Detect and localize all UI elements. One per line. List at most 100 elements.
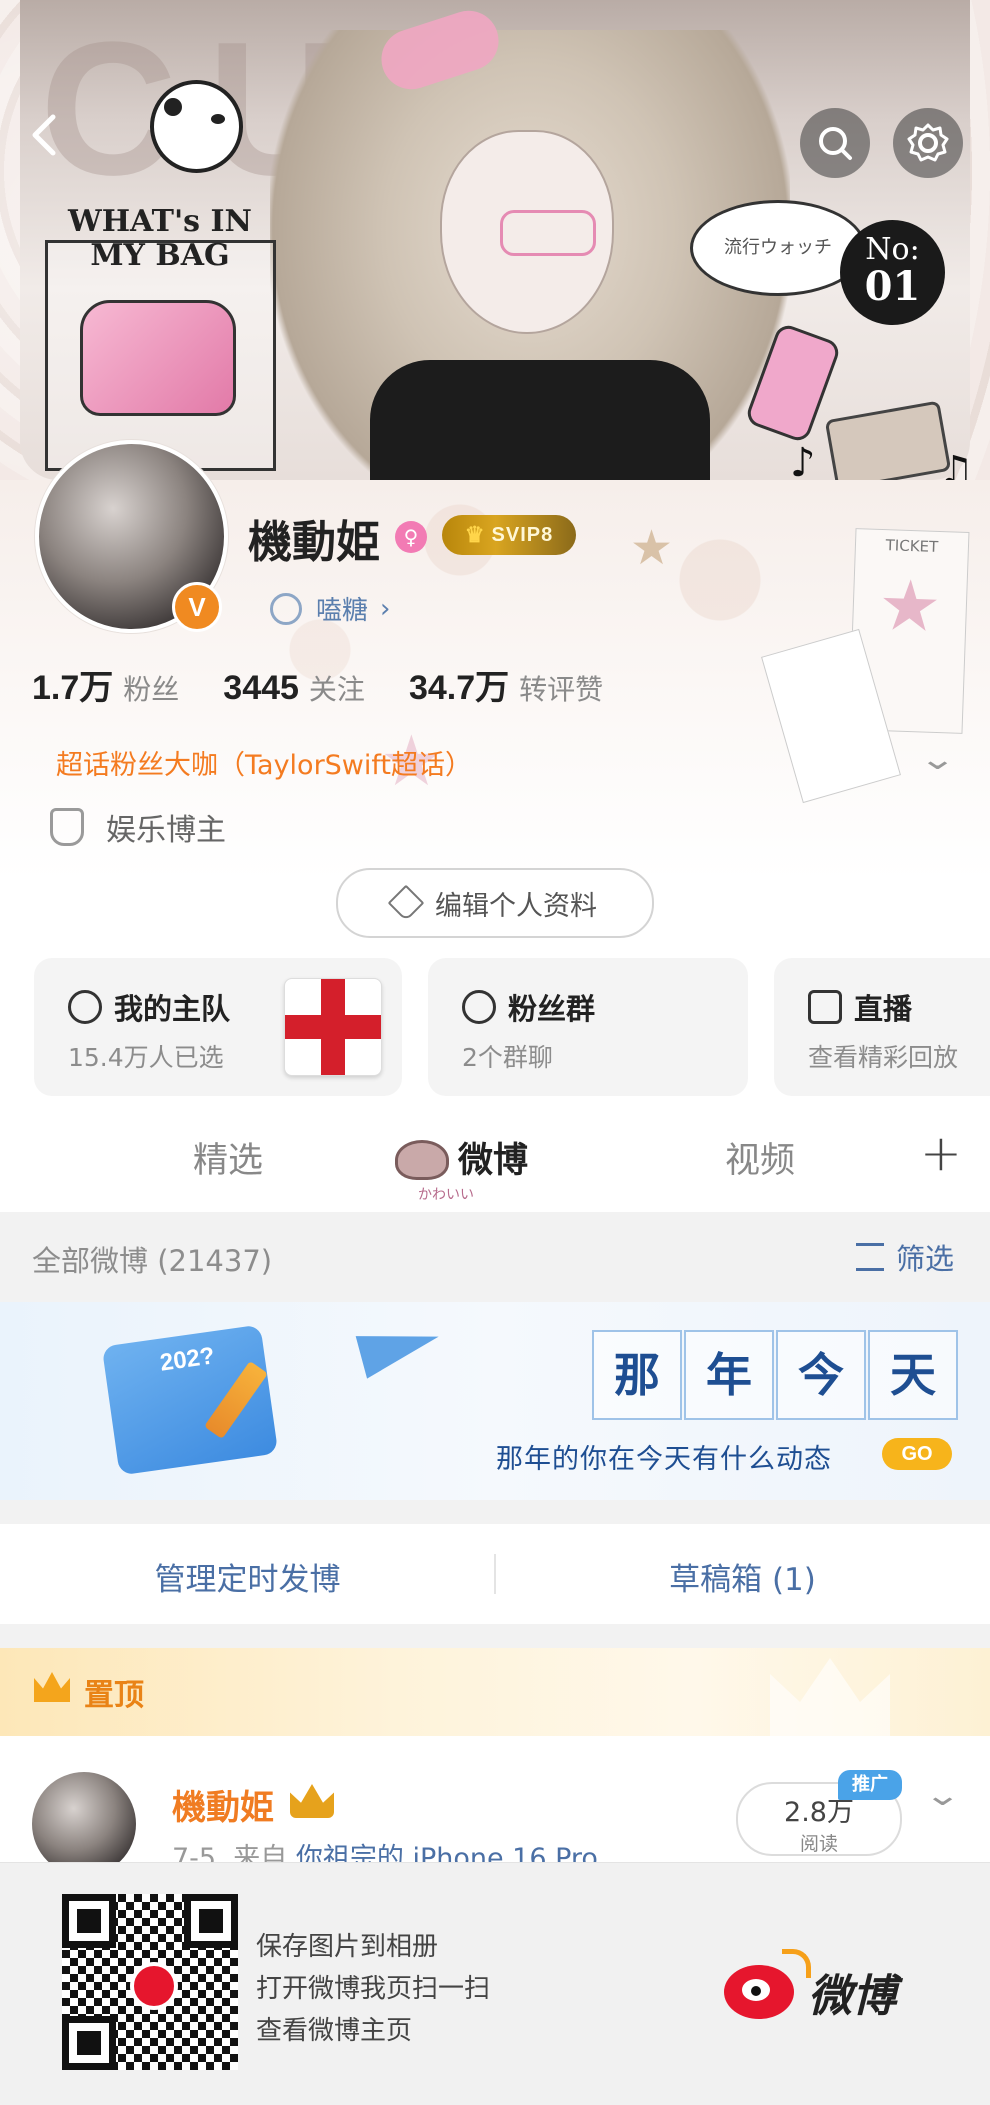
drafts-button[interactable]: 草稿箱 (1) bbox=[495, 1554, 990, 1599]
card-title: 粉丝群 bbox=[462, 986, 595, 1028]
promote-badge[interactable]: 推广 bbox=[838, 1770, 902, 1800]
card-my-team[interactable]: 我的主队 15.4万人已选 bbox=[34, 958, 402, 1096]
svip-label: SVIP8 bbox=[491, 523, 554, 546]
tab-video[interactable]: 视频 bbox=[725, 1132, 795, 1183]
candy-link[interactable]: 嗑糖 › bbox=[270, 590, 390, 627]
section-divider bbox=[0, 1500, 990, 1524]
following-count[interactable]: 3445 bbox=[223, 669, 299, 708]
cover-number-badge: No: 01 bbox=[840, 220, 945, 325]
section-divider bbox=[0, 1624, 990, 1648]
card-live[interactable]: 直播 查看精彩回放 bbox=[774, 958, 990, 1096]
tab-featured[interactable]: 精选 bbox=[193, 1132, 263, 1183]
search-button[interactable] bbox=[800, 108, 870, 178]
category-tag[interactable]: 娱乐博主 bbox=[50, 805, 226, 849]
weibo-eye-icon bbox=[724, 1949, 811, 2019]
shield-icon bbox=[50, 808, 84, 846]
post-author-name[interactable]: 機動姫 bbox=[172, 1780, 274, 1829]
all-posts-label: 全部微博 (21437) bbox=[32, 1244, 273, 1278]
qr-code bbox=[62, 1894, 238, 2070]
on-this-day-subtitle: 那年的你在今天有什么动态 bbox=[496, 1444, 832, 1475]
card-fan-group[interactable]: 粉丝群 2个群聊 bbox=[428, 958, 748, 1096]
england-flag-icon bbox=[284, 978, 382, 1076]
verified-badge: V bbox=[172, 582, 222, 632]
star-icon: ★ bbox=[630, 520, 674, 576]
filter-button[interactable]: 筛选 bbox=[855, 1236, 954, 1278]
card-title-text: 我的主队 bbox=[114, 992, 231, 1026]
star-icon: ★ bbox=[877, 563, 943, 649]
qr-finder bbox=[184, 1894, 238, 1948]
title-char: 天 bbox=[868, 1330, 958, 1420]
title-char: 今 bbox=[776, 1330, 866, 1420]
reads-label: 阅读 bbox=[799, 1833, 838, 1855]
pinned-label: 置顶 bbox=[84, 1678, 144, 1713]
gear-icon bbox=[907, 123, 949, 162]
followers-label[interactable]: 粉丝 bbox=[123, 668, 179, 708]
crown-icon: ♛ bbox=[464, 522, 486, 547]
engagement-label[interactable]: 转评赞 bbox=[519, 668, 603, 708]
card-subtitle: 查看精彩回放 bbox=[808, 1043, 959, 1072]
share-line: 查看微博主页 bbox=[256, 2016, 413, 2046]
profile-name: 機動姫 bbox=[248, 517, 380, 568]
edit-profile-label: 编辑个人资料 bbox=[435, 890, 597, 922]
cover-bag-icon bbox=[80, 300, 236, 416]
cover-badge-num: 01 bbox=[864, 263, 921, 310]
heart-icon bbox=[395, 1140, 449, 1180]
filter-bar: 全部微博 (21437) 筛选 bbox=[0, 1212, 990, 1302]
candy-label: 嗑糖 bbox=[316, 596, 369, 626]
back-button[interactable] bbox=[25, 105, 65, 165]
scheduled-posts-button[interactable]: 管理定时发博 bbox=[0, 1554, 495, 1599]
followers-count[interactable]: 1.7万 bbox=[32, 660, 113, 709]
tab-weibo[interactable]: 微博 bbox=[458, 1132, 528, 1183]
chevron-left-icon bbox=[32, 114, 56, 156]
chevron-down-icon[interactable]: ⌄ bbox=[924, 1778, 962, 1813]
pencil-icon bbox=[387, 884, 425, 922]
cover-badge-no: No: bbox=[865, 232, 920, 267]
team-icon bbox=[68, 990, 102, 1024]
title-char: 那 bbox=[592, 1330, 682, 1420]
share-line: 保存图片到相册 bbox=[256, 1932, 439, 1962]
superfan-tag[interactable]: 超话粉丝大咖（TaylorSwift超话） bbox=[56, 743, 472, 782]
go-button[interactable]: GO bbox=[882, 1438, 952, 1470]
post-avatar[interactable] bbox=[32, 1772, 136, 1876]
following-label[interactable]: 关注 bbox=[309, 668, 365, 708]
cover-illustration-glasses bbox=[500, 210, 596, 256]
manage-bar: 管理定时发博 草稿箱 (1) bbox=[0, 1524, 990, 1624]
weibo-logo-icon bbox=[130, 1962, 178, 2010]
search-icon bbox=[819, 127, 852, 160]
share-instructions: 保存图片到相册 打开微博我页扫一扫 查看微博主页 bbox=[256, 1926, 490, 2052]
filter-label: 筛选 bbox=[895, 1242, 954, 1276]
tab-decoration: かわいい bbox=[418, 1187, 474, 1203]
card-title-text: 粉丝群 bbox=[508, 992, 596, 1026]
card-title: 我的主队 bbox=[68, 986, 230, 1028]
cover-dog-icon bbox=[150, 80, 243, 173]
category-label: 娱乐博主 bbox=[106, 813, 226, 848]
weibo-wordmark: 微博 bbox=[808, 1971, 896, 2022]
cover-illustration-jacket bbox=[370, 360, 710, 500]
share-line: 打开微博我页扫一扫 bbox=[256, 1974, 491, 2004]
profile-stats: 1.7万 粉丝 3445 关注 34.7万 转评赞 bbox=[32, 660, 647, 709]
crown-icon bbox=[34, 1672, 70, 1702]
svip-badge[interactable]: ♛ SVIP8 bbox=[442, 515, 576, 555]
add-tab-icon[interactable]: + bbox=[920, 1124, 962, 1182]
female-icon: ♀ bbox=[395, 521, 427, 553]
qr-finder bbox=[62, 1894, 116, 1948]
tv-icon bbox=[808, 990, 842, 1024]
ticket-label: TICKET bbox=[885, 536, 939, 556]
card-subtitle: 15.4万人已选 bbox=[68, 1043, 224, 1072]
settings-button[interactable] bbox=[893, 108, 963, 178]
pinned-header: 置顶 bbox=[0, 1648, 990, 1738]
weibo-brand: 微博 bbox=[724, 1949, 896, 2024]
filter-icon bbox=[855, 1243, 884, 1271]
cover-bag-title: WHAT's IN MY BAG bbox=[68, 204, 252, 273]
lollipop-icon bbox=[270, 592, 302, 625]
on-this-day-title: 那 年 今 天 bbox=[592, 1330, 960, 1420]
chevron-down-icon[interactable]: ⌄ bbox=[919, 742, 957, 777]
chevron-right-icon: › bbox=[380, 593, 391, 624]
card-subtitle: 2个群聊 bbox=[462, 1043, 553, 1072]
edit-profile-button[interactable]: 编辑个人资料 bbox=[336, 868, 654, 938]
engagement-count[interactable]: 34.7万 bbox=[409, 660, 509, 709]
card-title: 直播 bbox=[808, 986, 912, 1028]
crown-decoration-icon bbox=[770, 1658, 890, 1738]
card-title-text: 直播 bbox=[854, 992, 913, 1026]
qr-finder bbox=[62, 2016, 116, 2070]
